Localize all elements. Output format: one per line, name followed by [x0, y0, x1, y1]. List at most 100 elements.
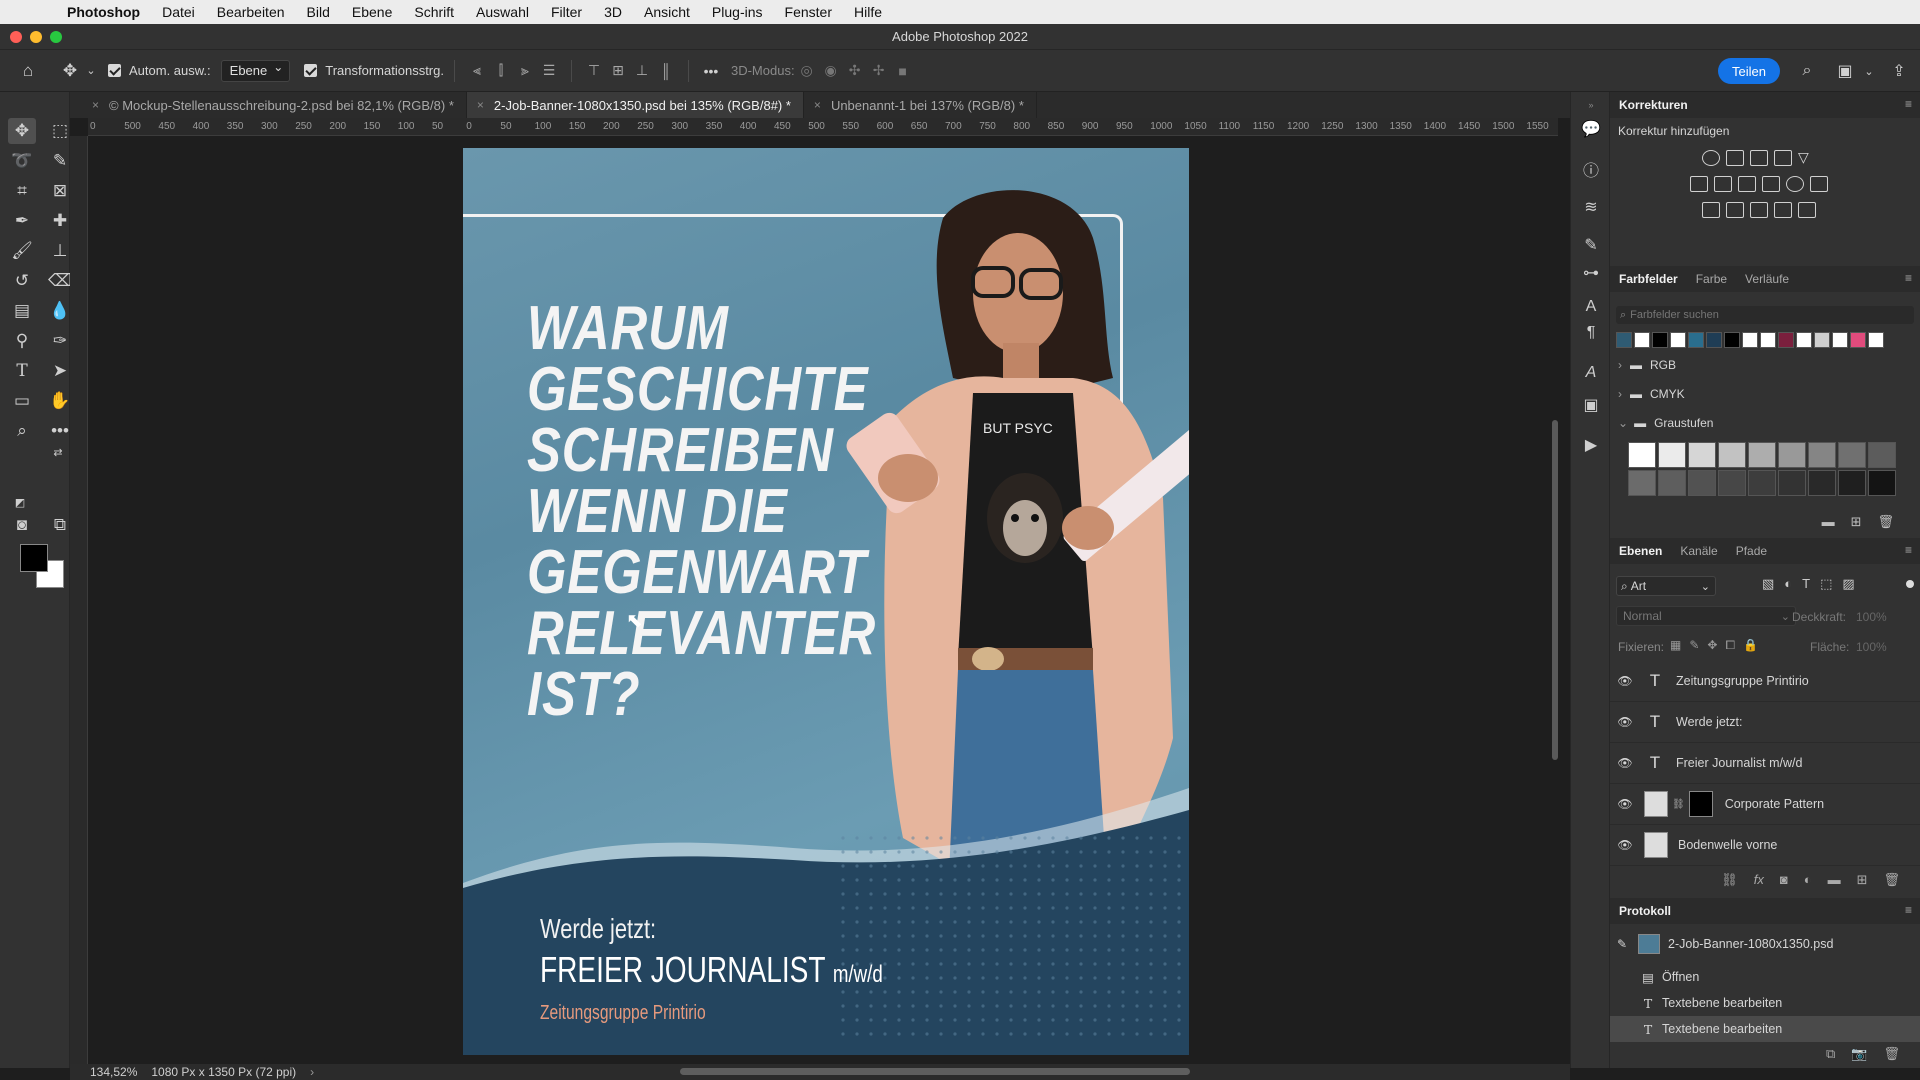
- menu-3d[interactable]: 3D: [593, 4, 633, 20]
- menu-fenster[interactable]: Fenster: [774, 4, 843, 20]
- menu-auswahl[interactable]: Auswahl: [465, 4, 540, 20]
- more-options-icon[interactable]: •••: [699, 60, 723, 82]
- blend-mode-dropdown[interactable]: Normal ⌄: [1616, 606, 1796, 626]
- fill-value[interactable]: 100%: [1856, 640, 1887, 654]
- menu-bild[interactable]: Bild: [296, 4, 341, 20]
- character-icon[interactable]: A: [1578, 294, 1604, 320]
- align-vcenter-icon[interactable]: ⊞: [606, 60, 630, 82]
- distribute-vertical-icon[interactable]: ║: [654, 60, 678, 82]
- brightness-adjustment-icon[interactable]: [1702, 150, 1720, 166]
- color-swatch[interactable]: [1616, 332, 1632, 348]
- color-swatch[interactable]: [1670, 332, 1686, 348]
- color-swatch[interactable]: [1628, 442, 1656, 468]
- layer-row[interactable]: 👁 T Zeitungsgruppe Printirio: [1610, 661, 1920, 702]
- menu-ansicht[interactable]: Ansicht: [633, 4, 701, 20]
- crop-tool-icon[interactable]: ⌗: [8, 178, 36, 204]
- fx-icon[interactable]: fx: [1754, 872, 1764, 888]
- delete-icon[interactable]: 🗑: [1883, 1046, 1900, 1062]
- color-swatch[interactable]: [1868, 470, 1896, 496]
- levels-adjustment-icon[interactable]: [1726, 150, 1744, 166]
- align-top-icon[interactable]: ⊤: [582, 60, 606, 82]
- color-swatch[interactable]: [1688, 470, 1716, 496]
- share-button[interactable]: Teilen: [1718, 58, 1780, 84]
- lock-pixels-icon[interactable]: ✎: [1689, 638, 1699, 653]
- transform-controls-checkbox[interactable]: [304, 64, 318, 77]
- visibility-eye-icon[interactable]: 👁: [1610, 715, 1640, 729]
- tab-job-banner[interactable]: × 2-Job-Banner-1080x1350.psd bei 135% (R…: [466, 92, 804, 118]
- lock-position-icon[interactable]: ✥: [1707, 638, 1717, 653]
- new-adjustment-icon[interactable]: ◐: [1804, 872, 1812, 888]
- color-swatch[interactable]: [1658, 470, 1686, 496]
- photo-filter-icon[interactable]: [1762, 176, 1780, 192]
- document-canvas[interactable]: BUT PSYC WARUM GESCHICHTE SCHREIBEN WENN…: [463, 148, 1189, 1055]
- color-swatch[interactable]: [1796, 332, 1812, 348]
- move-tool-icon[interactable]: ✥: [56, 57, 84, 85]
- workspace-icon[interactable]: ▣: [1832, 58, 1858, 84]
- color-swatch[interactable]: [1808, 442, 1836, 468]
- pixel-filter-icon[interactable]: ▧: [1762, 576, 1774, 592]
- color-swatch[interactable]: [1760, 332, 1776, 348]
- lasso-tool-icon[interactable]: ➰: [8, 148, 36, 174]
- add-mask-icon[interactable]: ◙: [1780, 872, 1788, 888]
- 3d-roll-icon[interactable]: ◉: [819, 60, 843, 82]
- panel-menu-icon[interactable]: ≡: [1905, 903, 1912, 917]
- tab-unbenannt[interactable]: × Unbenannt-1 bei 137% (RGB/8) *: [804, 92, 1037, 118]
- zoom-tool-icon[interactable]: ⌕: [8, 418, 36, 444]
- 3d-pan-icon[interactable]: ✣: [843, 60, 867, 82]
- color-swatch[interactable]: [1658, 442, 1686, 468]
- align-right-icon[interactable]: ⫸: [513, 60, 537, 82]
- curves-adjustment-icon[interactable]: [1750, 150, 1768, 166]
- tab-korrekturen[interactable]: Korrekturen: [1610, 98, 1697, 112]
- lock-all-icon[interactable]: 🔒: [1743, 638, 1758, 653]
- 3d-slide-icon[interactable]: ✢: [867, 60, 891, 82]
- brush-tool-icon[interactable]: 🖌: [8, 238, 36, 264]
- layer-mask-thumbnail[interactable]: [1688, 791, 1713, 817]
- tab-protokoll[interactable]: Protokoll: [1610, 904, 1680, 918]
- document-info[interactable]: 1080 Px x 1350 Px (72 ppi): [151, 1065, 296, 1079]
- color-swatch[interactable]: [1688, 442, 1716, 468]
- tab-verlaeufe[interactable]: Verläufe: [1736, 272, 1798, 286]
- color-swatch[interactable]: [1778, 470, 1806, 496]
- home-icon[interactable]: ⌂: [14, 57, 42, 85]
- color-swatch[interactable]: [1748, 442, 1776, 468]
- quick-mask-icon[interactable]: ◙: [8, 512, 36, 538]
- menu-ebene[interactable]: Ebene: [341, 4, 403, 20]
- visibility-eye-icon[interactable]: 👁: [1610, 797, 1640, 811]
- color-swatch[interactable]: [1838, 442, 1866, 468]
- color-swatch[interactable]: [1748, 470, 1776, 496]
- comments-icon[interactable]: 💬: [1578, 116, 1604, 142]
- menu-plugins[interactable]: Plug-ins: [701, 4, 774, 20]
- close-window-button[interactable]: [10, 31, 22, 43]
- swatch-group-rgb[interactable]: › ▬ RGB: [1618, 358, 1676, 372]
- layer-row[interactable]: 👁 T Freier Journalist m/w/d: [1610, 743, 1920, 784]
- panel-menu-icon[interactable]: ≡: [1905, 97, 1912, 111]
- black-white-icon[interactable]: [1738, 176, 1756, 192]
- visibility-eye-icon[interactable]: 👁: [1610, 756, 1640, 770]
- new-group-icon[interactable]: ▬: [1828, 872, 1841, 888]
- selective-color-icon[interactable]: [1774, 202, 1792, 218]
- close-tab-icon[interactable]: ×: [92, 98, 99, 112]
- panel-menu-icon[interactable]: ≡: [1905, 271, 1912, 285]
- info-icon[interactable]: ⓘ: [1578, 156, 1604, 182]
- color-swatch[interactable]: [1628, 470, 1656, 496]
- link-icon[interactable]: ⛓: [1672, 799, 1685, 810]
- opacity-value[interactable]: 100%: [1856, 610, 1887, 624]
- export-share-icon[interactable]: ⇪: [1886, 58, 1912, 84]
- properties-icon[interactable]: ≋: [1578, 194, 1604, 220]
- type-filter-icon[interactable]: T: [1802, 576, 1810, 592]
- color-swatch[interactable]: [1850, 332, 1866, 348]
- close-tab-icon[interactable]: ×: [477, 98, 484, 112]
- smart-object-filter-icon[interactable]: ▨: [1842, 576, 1854, 592]
- new-group-icon[interactable]: ▬: [1822, 514, 1835, 530]
- lock-transparency-icon[interactable]: ▦: [1670, 638, 1681, 653]
- gradient-map-icon[interactable]: [1798, 202, 1816, 218]
- menu-hilfe[interactable]: Hilfe: [843, 4, 893, 20]
- libraries-icon[interactable]: ▣: [1578, 392, 1604, 418]
- history-brush-tool-icon[interactable]: ↺: [8, 268, 36, 294]
- history-item-selected[interactable]: T Textebene bearbeiten: [1610, 1016, 1920, 1042]
- distribute-icon[interactable]: ☰: [537, 60, 561, 82]
- swatches-search-input[interactable]: [1630, 309, 1881, 321]
- vibrance-adjustment-icon[interactable]: ▽: [1798, 150, 1816, 166]
- color-swatch[interactable]: [1814, 332, 1830, 348]
- menu-filter[interactable]: Filter: [540, 4, 593, 20]
